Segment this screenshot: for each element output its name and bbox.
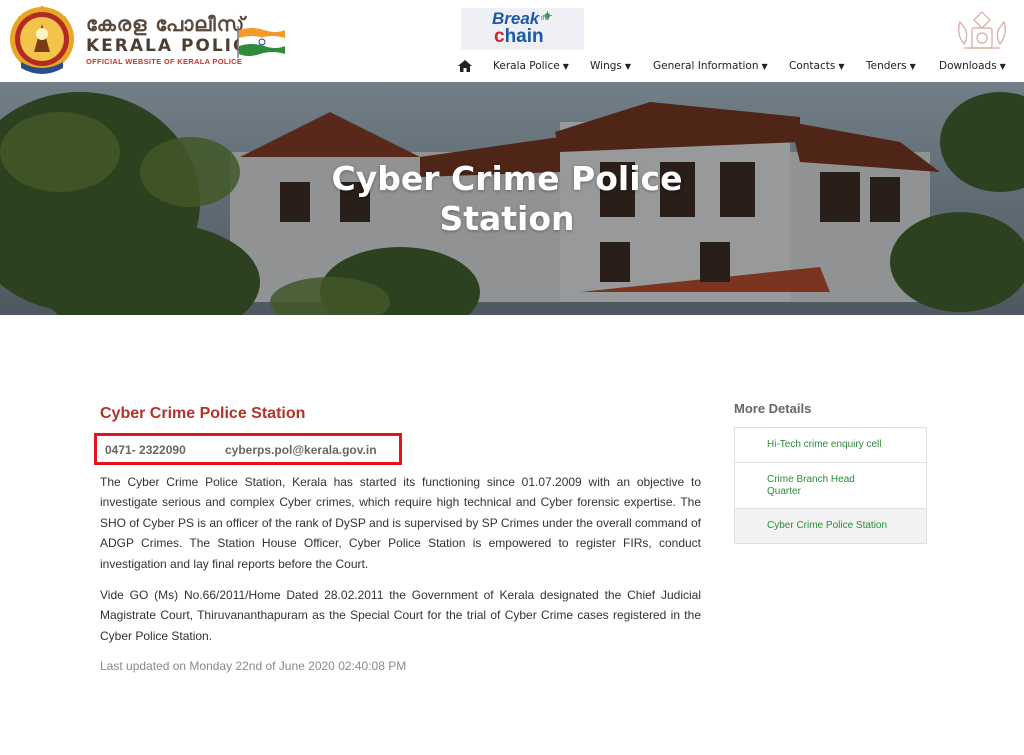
campaign-the: the	[541, 16, 550, 22]
page-title: Cyber Crime Police Station	[100, 405, 306, 422]
nav-label: Kerala Police	[493, 60, 560, 72]
main-navigation: Kerala Police ▼ Wings ▼ General Informatio…	[448, 59, 1024, 77]
nav-tenders[interactable]: Tenders ▼	[866, 60, 916, 72]
site-header: കേരള പോലീസ് KERALA POLICE OFFICIAL WEBSI…	[0, 0, 1024, 82]
hero-title-line2: Station	[439, 199, 575, 238]
hero-banner: Cyber Crime Police Station	[0, 82, 1024, 315]
nav-label: Downloads	[939, 60, 997, 72]
chevron-down-icon: ▼	[999, 62, 1006, 71]
nav-wings[interactable]: Wings ▼	[590, 60, 631, 72]
contact-highlight-box: 0471- 2322090 cyberps.pol@kerala.gov.in	[94, 433, 402, 465]
kerala-state-emblem-icon[interactable]	[952, 8, 1012, 54]
nav-label: Contacts	[789, 60, 836, 72]
chevron-down-icon: ▼	[761, 62, 768, 71]
nav-label: General Information	[653, 60, 759, 72]
home-icon[interactable]	[458, 60, 472, 72]
description-paragraph-2: Vide GO (Ms) No.66/2011/Home Dated 28.02…	[100, 588, 701, 643]
email-address[interactable]: cyberps.pol@kerala.gov.in	[225, 443, 377, 457]
campaign-line2: chain	[494, 26, 544, 48]
brand-malayalam[interactable]: കേരള പോലീസ്	[86, 12, 245, 36]
indian-flag-icon	[237, 26, 285, 58]
brand-tagline: OFFICIAL WEBSITE OF KERALA POLICE	[86, 57, 243, 66]
campaign-line2-b: hain	[504, 26, 544, 47]
sidebar-item-hitech-crime-enquiry-cell[interactable]: Hi-Tech crime enquiry cell	[735, 428, 926, 463]
kerala-police-emblem-icon[interactable]	[5, 4, 79, 78]
campaign-line2-a: c	[494, 26, 505, 47]
nav-contacts[interactable]: Contacts ▼	[789, 60, 844, 72]
sidebar-item-crime-branch-head-quarter[interactable]: Crime Branch Head Quarter	[735, 463, 926, 509]
hero-title: Cyber Crime Police Station	[0, 159, 1014, 239]
sidebar-list: Hi-Tech crime enquiry cell Crime Branch …	[734, 427, 927, 544]
chevron-down-icon: ▼	[838, 62, 845, 71]
sidebar-title: More Details	[734, 401, 812, 416]
chevron-down-icon: ▼	[909, 62, 916, 71]
nav-label: Tenders	[866, 60, 907, 72]
chevron-down-icon: ▼	[624, 62, 632, 71]
nav-downloads[interactable]: Downloads ▼	[939, 60, 1006, 72]
phone-number[interactable]: 0471- 2322090	[105, 443, 186, 457]
nav-label: Wings	[590, 60, 622, 72]
hero-title-line1: Cyber Crime Police	[331, 159, 683, 198]
nav-general-information[interactable]: General Information ▼	[653, 60, 768, 72]
chevron-down-icon: ▼	[562, 62, 569, 71]
description-paragraph-1: The Cyber Crime Police Station, Kerala h…	[100, 475, 701, 571]
break-the-chain-logo[interactable]: Break the chain	[461, 8, 584, 50]
sidebar-item-cyber-crime-police-station[interactable]: Cyber Crime Police Station	[735, 509, 926, 543]
nav-kerala-police[interactable]: Kerala Police ▼	[493, 60, 569, 72]
last-updated-text: Last updated on Monday 22nd of June 2020…	[100, 659, 407, 673]
